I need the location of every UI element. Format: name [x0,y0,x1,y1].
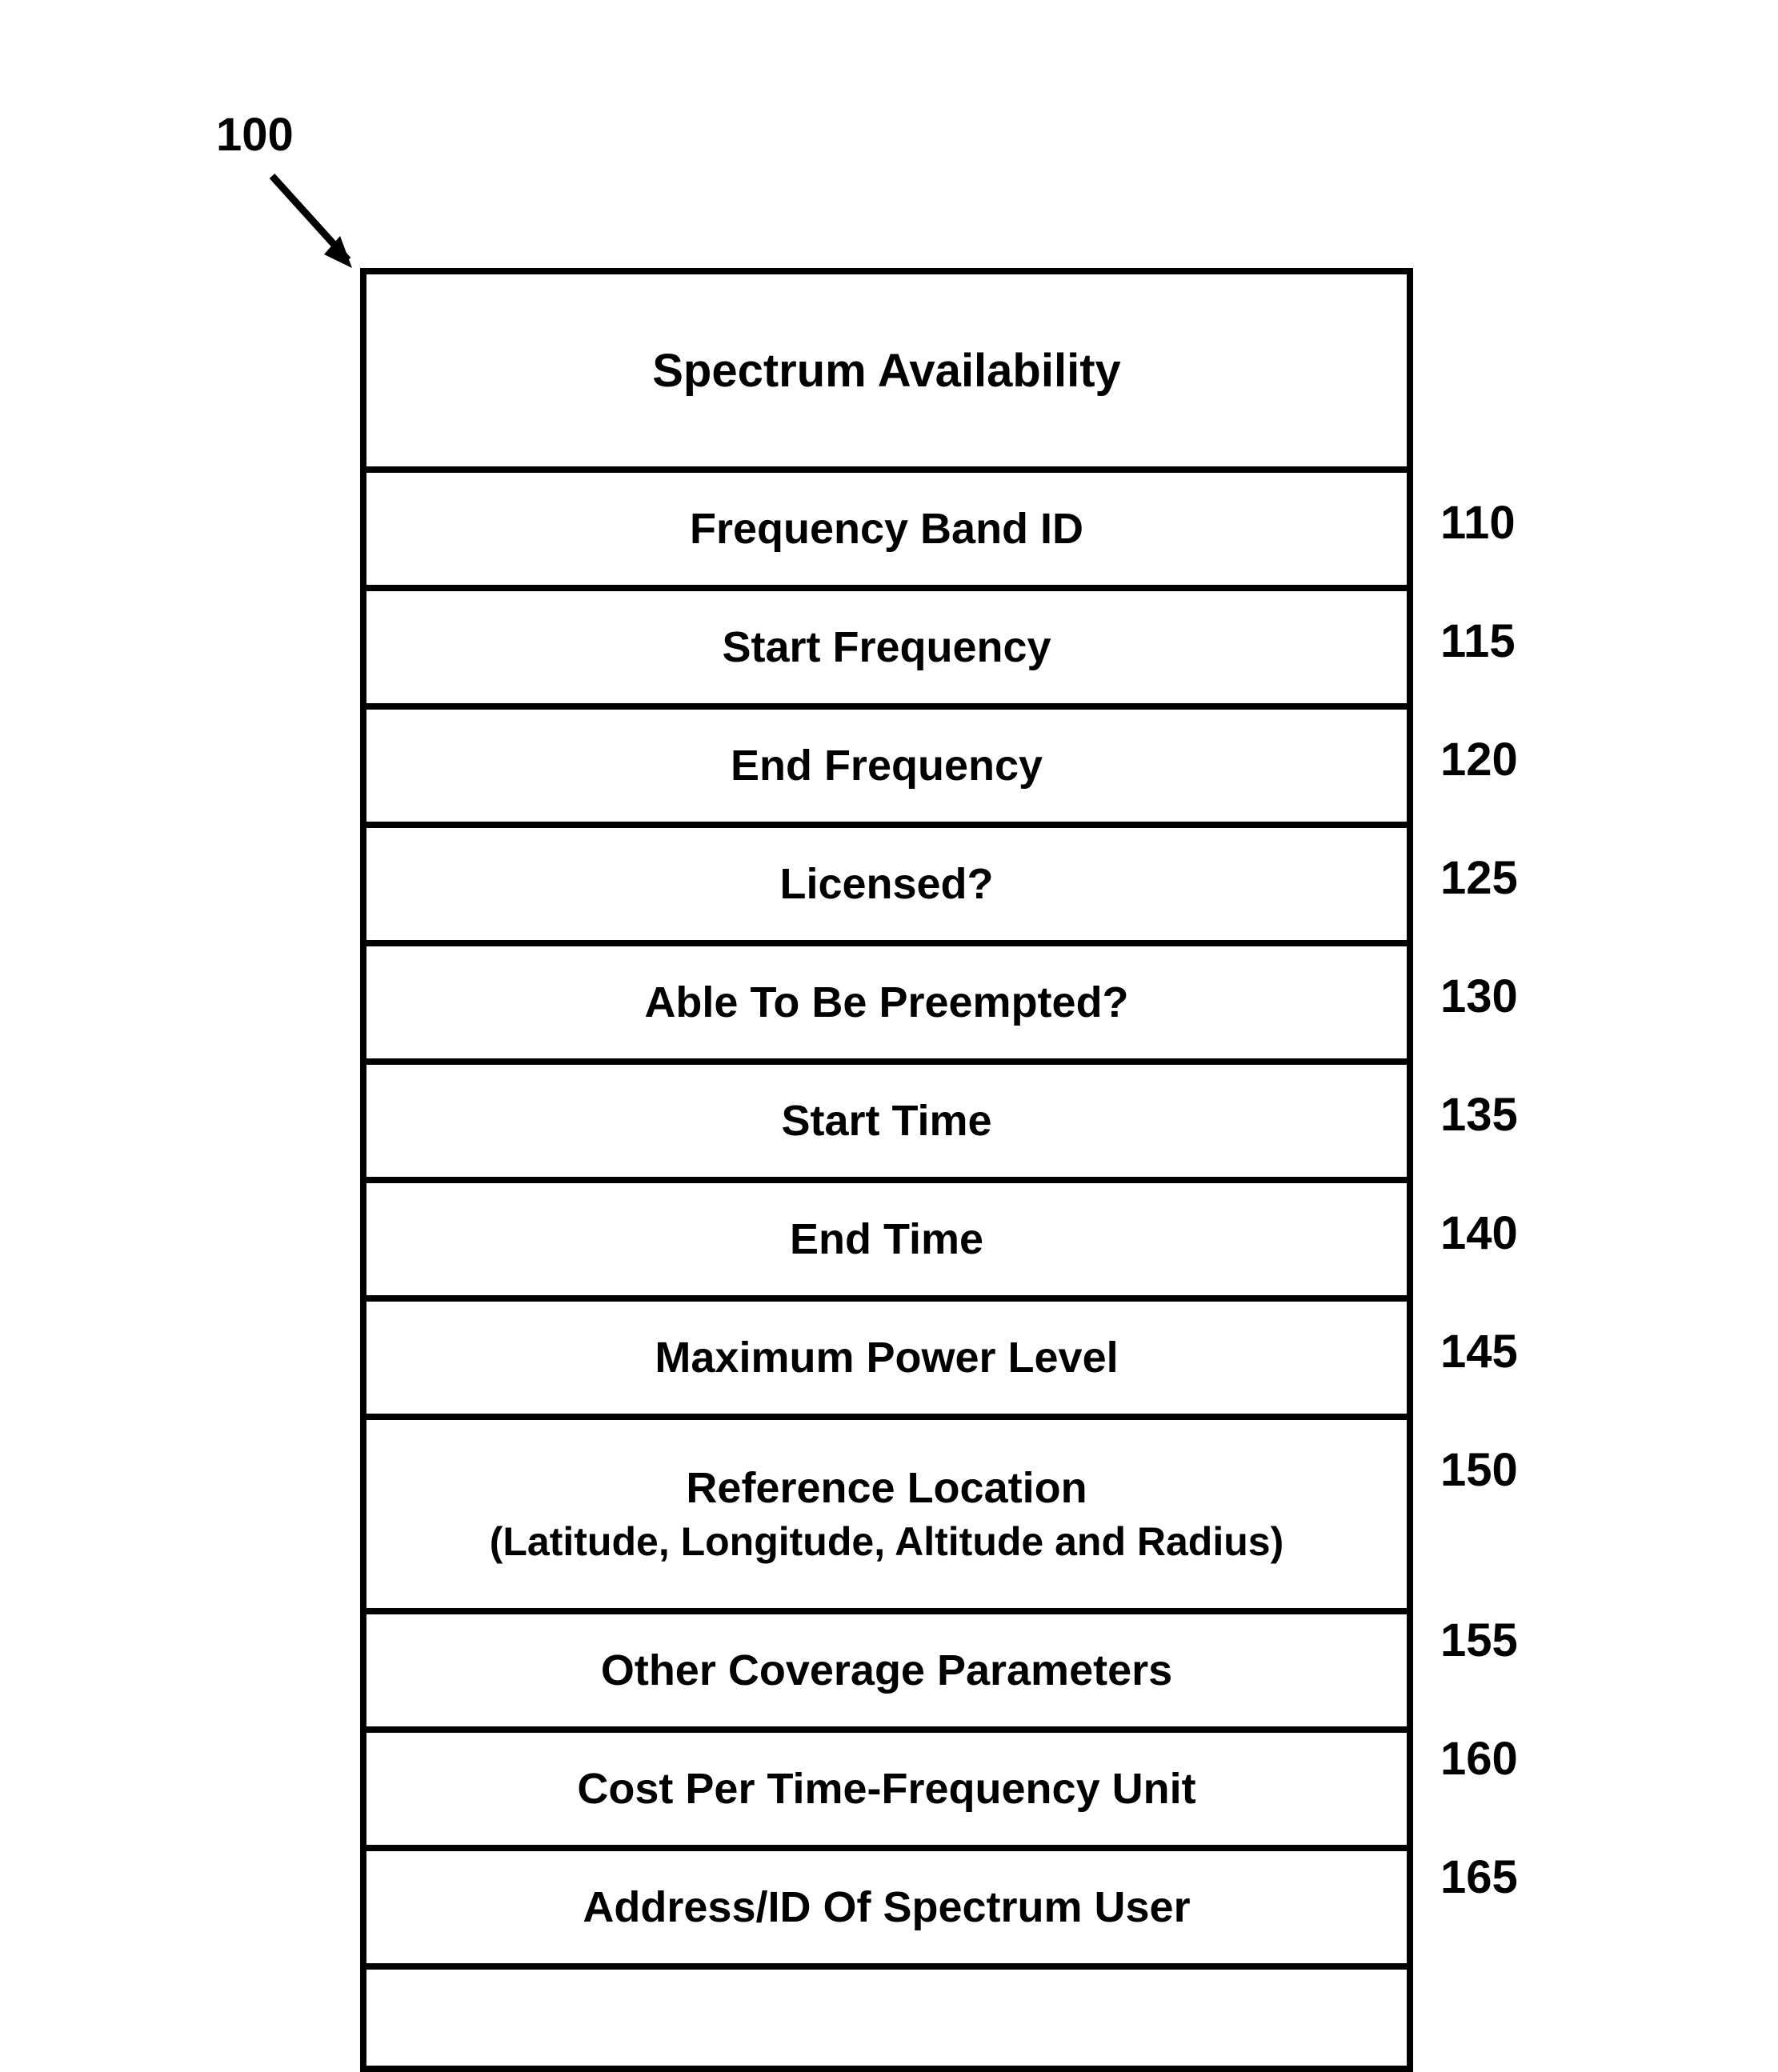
row-end-time: End Time [366,1183,1407,1302]
label-140: 140 [1440,1206,1518,1260]
pointer-arrow [264,168,368,280]
label-155: 155 [1440,1614,1518,1667]
row-other-coverage: Other Coverage Parameters [366,1614,1407,1733]
row-frequency-band-id: Frequency Band ID [366,473,1407,591]
label-110: 110 [1440,496,1516,550]
row-reference-location-line1: Reference Location [686,1460,1087,1516]
label-115: 115 [1440,614,1516,668]
row-address-id: Address/ID Of Spectrum User [366,1851,1407,1970]
spectrum-table: Spectrum Availability Frequency Band ID … [360,268,1413,2072]
label-160: 160 [1440,1732,1518,1786]
row-max-power: Maximum Power Level [366,1302,1407,1420]
row-reference-location-line2: (Latitude, Longitude, Altitude and Radiu… [490,1516,1284,1568]
label-150: 150 [1440,1443,1518,1497]
label-165: 165 [1440,1850,1518,1904]
label-135: 135 [1440,1088,1518,1142]
label-120: 120 [1440,733,1518,786]
row-licensed: Licensed? [366,828,1407,946]
row-start-time: Start Time [366,1065,1407,1183]
figure-number: 100 [216,108,294,162]
row-preempted: Able To Be Preempted? [366,946,1407,1065]
label-145: 145 [1440,1325,1518,1378]
row-end-frequency: End Frequency [366,710,1407,828]
row-start-frequency: Start Frequency [366,591,1407,710]
row-empty [366,1970,1407,2066]
label-125: 125 [1440,851,1518,905]
row-reference-location: Reference Location (Latitude, Longitude,… [366,1420,1407,1614]
table-header: Spectrum Availability [366,274,1407,473]
row-cost: Cost Per Time-Frequency Unit [366,1733,1407,1851]
label-130: 130 [1440,970,1518,1023]
